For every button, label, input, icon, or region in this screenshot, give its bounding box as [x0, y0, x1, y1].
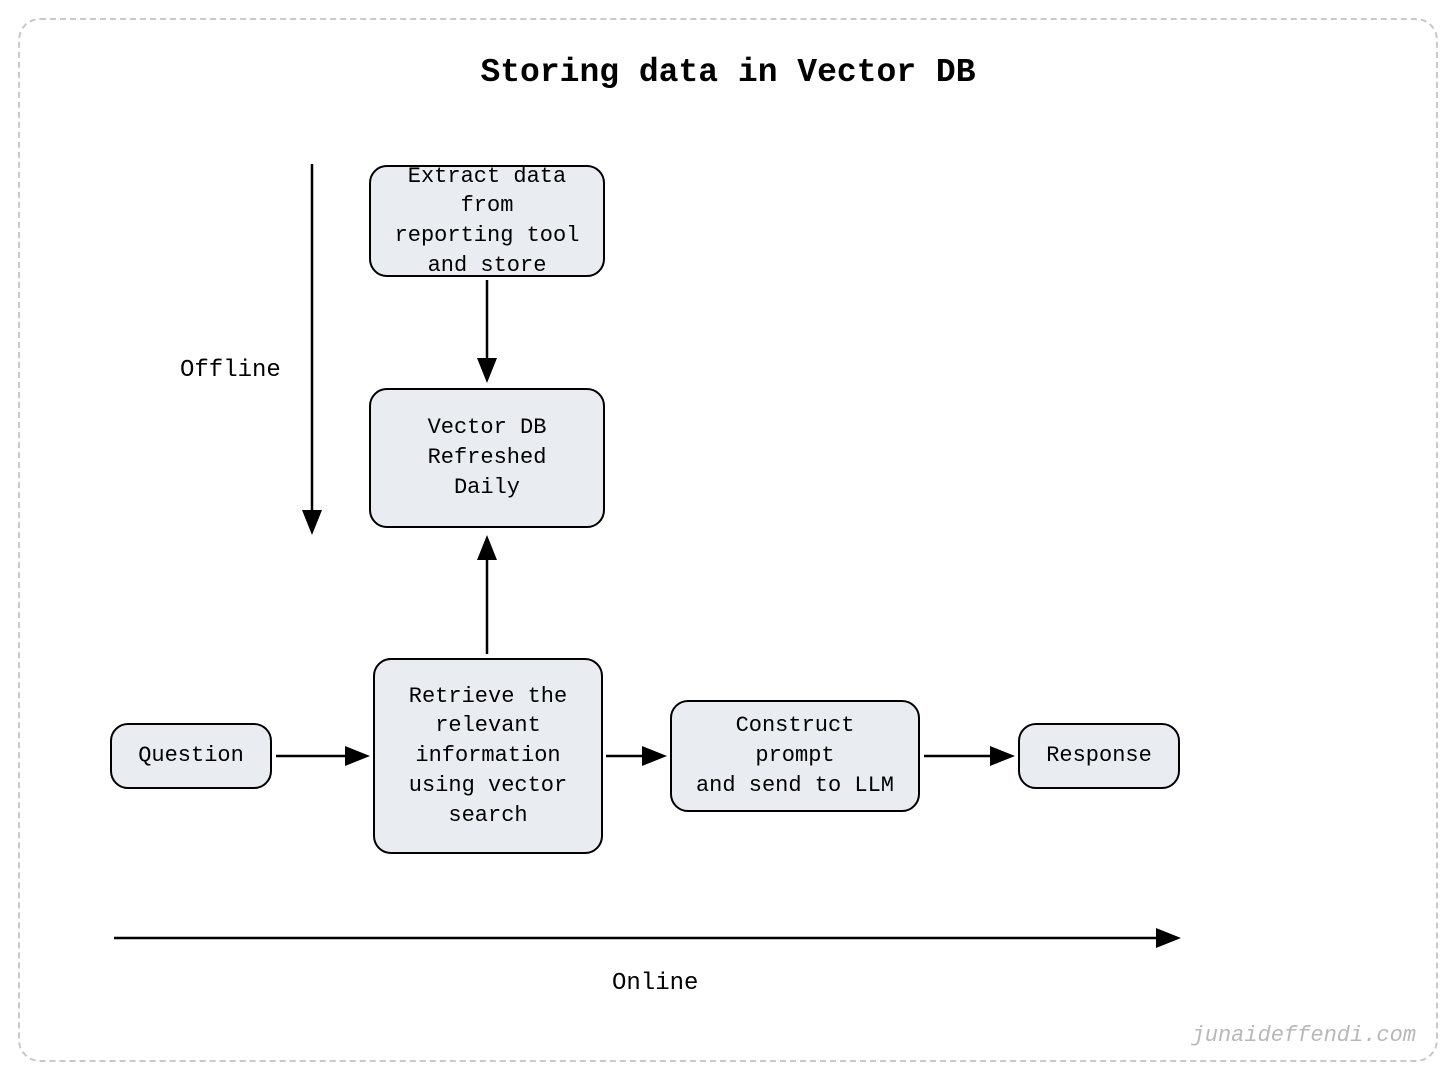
attribution-text: junaideffendi.com [1192, 1023, 1416, 1048]
offline-label: Offline [180, 357, 281, 384]
box-construct-text: Construct promptand send to LLM [692, 711, 898, 800]
box-retrieve-text: Retrieve therelevantinformationusing vec… [409, 682, 567, 830]
box-extract-text: Extract data fromreporting tooland store [391, 162, 583, 281]
box-vectordb-text: Vector DBRefreshed Daily [391, 413, 583, 502]
box-response-text: Response [1046, 741, 1152, 771]
diagram-frame [18, 18, 1438, 1062]
box-vector-db: Vector DBRefreshed Daily [369, 388, 605, 528]
box-question-text: Question [138, 741, 244, 771]
box-extract-data: Extract data fromreporting tooland store [369, 165, 605, 277]
box-question: Question [110, 723, 272, 789]
box-retrieve: Retrieve therelevantinformationusing vec… [373, 658, 603, 854]
online-label: Online [612, 970, 698, 997]
box-response: Response [1018, 723, 1180, 789]
diagram-title: Storing data in Vector DB [0, 54, 1456, 91]
box-construct: Construct promptand send to LLM [670, 700, 920, 812]
